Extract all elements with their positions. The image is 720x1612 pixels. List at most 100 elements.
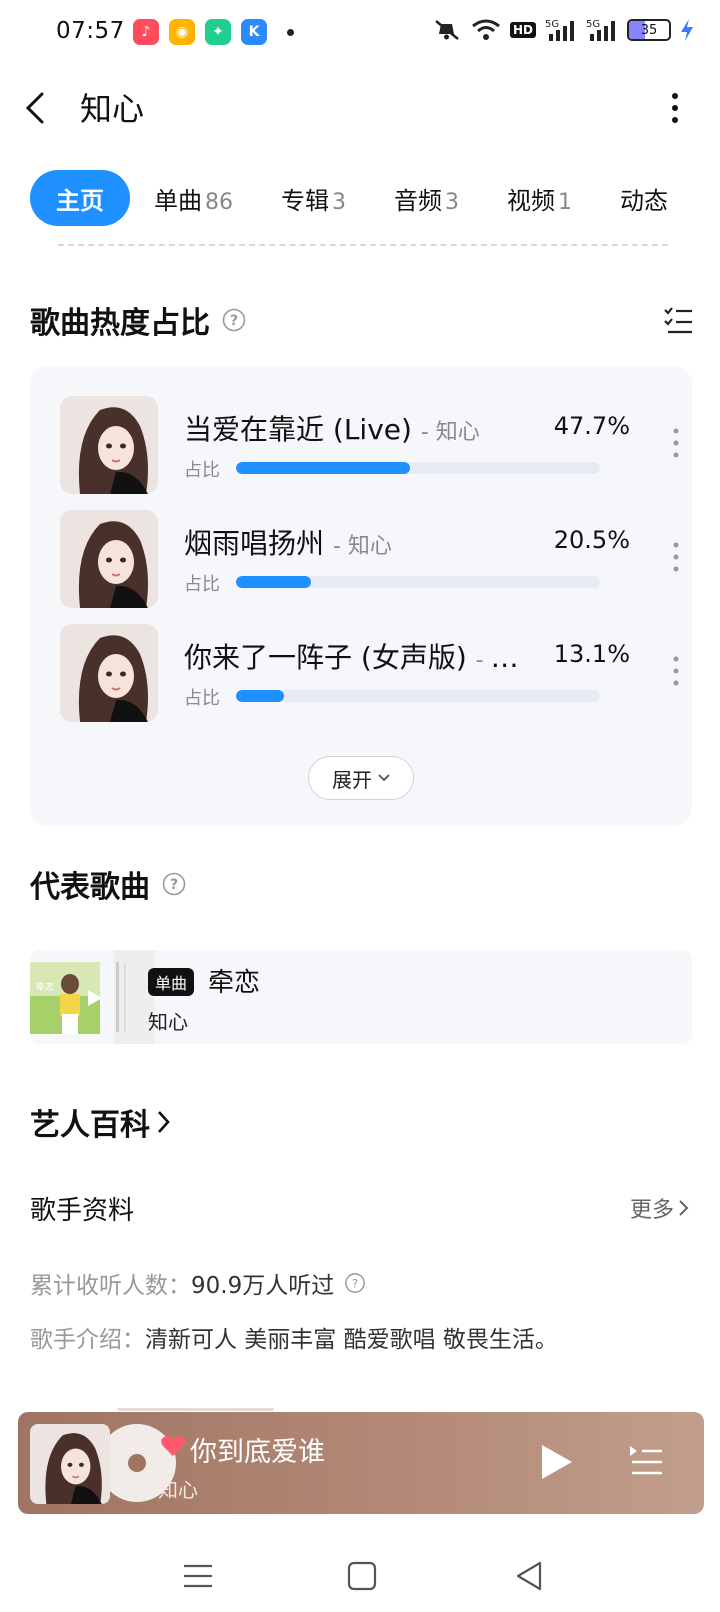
menu-icon[interactable] bbox=[180, 1558, 216, 1594]
share-bar bbox=[236, 576, 600, 588]
tab-label: 视频 bbox=[507, 186, 555, 215]
song-more-icon[interactable] bbox=[672, 540, 680, 574]
tab-bar: 主页 单曲 86 专辑 3 音频 3 视频 1 动态 bbox=[30, 170, 668, 226]
tab-count: 3 bbox=[332, 189, 346, 215]
song-more-icon[interactable] bbox=[672, 426, 680, 460]
tab-audio[interactable]: 音频 3 bbox=[394, 181, 459, 216]
section-title-text: 代表歌曲 bbox=[30, 870, 150, 905]
tab-label: 专辑 bbox=[281, 186, 329, 215]
tab-label: 主页 bbox=[56, 186, 104, 215]
more-label: 更多 bbox=[629, 1198, 674, 1223]
system-nav-bar bbox=[0, 1540, 720, 1612]
song-artist: - 知心 bbox=[475, 648, 524, 673]
list-view-icon[interactable] bbox=[662, 304, 694, 336]
tab-albums[interactable]: 专辑 3 bbox=[281, 181, 346, 216]
listener-label: 累计收听人数： bbox=[30, 1273, 191, 1299]
battery-icon: 35 bbox=[627, 19, 671, 41]
svg-text:5G: 5G bbox=[545, 19, 559, 30]
help-icon[interactable]: ? bbox=[344, 1272, 366, 1294]
tab-singles[interactable]: 单曲 86 bbox=[154, 181, 233, 216]
page-title: 知心 bbox=[80, 90, 145, 128]
chevron-down-icon bbox=[378, 774, 390, 782]
chevron-right-icon bbox=[158, 1111, 170, 1133]
svg-text:?: ? bbox=[352, 1277, 358, 1291]
song-artist: 知心 bbox=[148, 1010, 188, 1034]
popularity-row[interactable]: 你来了一阵子 (女声版) - 知心 13.1% 占比 bbox=[60, 624, 679, 724]
listener-value: 90.9万人听过 bbox=[191, 1273, 335, 1299]
share-percent: 13.1% bbox=[553, 640, 630, 668]
tab-videos[interactable]: 视频 1 bbox=[507, 181, 572, 216]
play-icon[interactable] bbox=[536, 1442, 576, 1482]
song-more-icon[interactable] bbox=[672, 654, 680, 688]
weibo-icon: ◉ bbox=[169, 19, 195, 45]
video-app-icon: ✦ bbox=[205, 19, 231, 45]
tab-count: 1 bbox=[558, 189, 572, 215]
expand-button[interactable]: 展开 bbox=[308, 756, 414, 800]
more-options-icon[interactable] bbox=[670, 90, 680, 126]
profile-more-link[interactable]: 更多 bbox=[630, 1192, 690, 1224]
now-playing-cover bbox=[30, 1424, 110, 1504]
back-triangle-icon[interactable] bbox=[512, 1558, 548, 1594]
signal-5g-icon-2: 5G bbox=[586, 19, 615, 41]
music-app-icon: ♪ bbox=[133, 19, 159, 45]
song-name: 烟雨唱扬州 - 知心 bbox=[184, 522, 524, 562]
tab-home[interactable]: 主页 bbox=[30, 170, 130, 226]
intro-label: 歌手介绍： bbox=[30, 1327, 145, 1353]
home-square-icon[interactable] bbox=[344, 1558, 380, 1594]
svg-text:?: ? bbox=[230, 313, 238, 329]
popularity-row[interactable]: 烟雨唱扬州 - 知心 20.5% 占比 bbox=[60, 510, 679, 610]
share-bar bbox=[236, 690, 600, 702]
song-name: 当爱在靠近 (Live) - 知心 bbox=[184, 408, 524, 448]
song-artist: - 知心 bbox=[332, 534, 392, 559]
help-icon[interactable]: ? bbox=[222, 308, 246, 332]
now-playing-title: 你到底爱谁 bbox=[190, 1437, 325, 1468]
song-cover bbox=[60, 510, 158, 608]
share-bar-fill bbox=[236, 462, 410, 474]
svg-text:牵恋: 牵恋 bbox=[36, 981, 54, 993]
svg-text:5G: 5G bbox=[586, 19, 600, 30]
share-bar-fill bbox=[236, 690, 284, 702]
song-title: 牵恋 bbox=[208, 968, 261, 998]
song-cover bbox=[60, 624, 158, 722]
help-icon[interactable]: ? bbox=[162, 872, 186, 896]
tab-label: 单曲 bbox=[154, 186, 202, 215]
notification-dot-icon bbox=[287, 28, 294, 36]
playlist-queue-icon[interactable] bbox=[628, 1442, 664, 1478]
listener-count-line: 累计收听人数： 90.9万人听过 ? bbox=[30, 1266, 366, 1300]
popularity-row[interactable]: 当爱在靠近 (Live) - 知心 47.7% 占比 bbox=[60, 396, 679, 496]
tab-moments[interactable]: 动态 bbox=[620, 181, 668, 216]
singer-profile-title: 歌手资料 bbox=[30, 1196, 135, 1226]
chevron-right-icon bbox=[679, 1200, 689, 1216]
song-title: 你来了一阵子 (女声版) bbox=[184, 641, 467, 674]
svg-text:?: ? bbox=[170, 877, 178, 893]
player-progress-track bbox=[30, 1408, 274, 1411]
artist-encyclopedia-link[interactable]: 艺人百科 bbox=[30, 1100, 172, 1144]
song-title: 当爱在靠近 (Live) bbox=[184, 413, 412, 446]
song-artist: - 知心 bbox=[420, 420, 480, 445]
singer-intro-line: 歌手介绍： 清新可人 美丽丰富 酷爱歌唱 敬畏生活。 bbox=[30, 1320, 558, 1354]
share-label: 占比 bbox=[184, 460, 220, 481]
song-name: 你来了一阵子 (女声版) - 知心 bbox=[184, 636, 524, 676]
album-cover-icon: 牵恋 bbox=[30, 950, 154, 1044]
mini-player[interactable]: 你到底爱谁 知心 bbox=[18, 1412, 704, 1514]
status-app-icons: ♪ ◉ ✦ K bbox=[133, 19, 294, 45]
artist-portrait-icon bbox=[60, 624, 158, 722]
expand-label: 展开 bbox=[332, 767, 372, 792]
tab-count: 86 bbox=[205, 189, 233, 215]
share-bar-fill bbox=[236, 576, 311, 588]
representative-song-card[interactable]: 牵恋 单曲 牵恋 知心 bbox=[30, 950, 692, 1044]
section-title-text: 歌曲热度占比 bbox=[30, 306, 210, 341]
divider bbox=[58, 244, 668, 246]
heart-icon[interactable] bbox=[160, 1434, 186, 1458]
artist-portrait-icon bbox=[60, 396, 158, 494]
share-label: 占比 bbox=[184, 688, 220, 709]
tab-count: 3 bbox=[445, 189, 459, 215]
app-header: 知心 bbox=[0, 70, 720, 146]
artist-portrait-icon bbox=[30, 1424, 110, 1504]
player-progress-fill bbox=[30, 1408, 118, 1411]
signal-5g-icon: 5G bbox=[545, 19, 574, 41]
back-arrow-icon[interactable] bbox=[20, 90, 50, 126]
share-bar bbox=[236, 462, 600, 474]
mute-icon bbox=[435, 20, 459, 40]
popularity-section-title: 歌曲热度占比 ? bbox=[30, 298, 246, 342]
